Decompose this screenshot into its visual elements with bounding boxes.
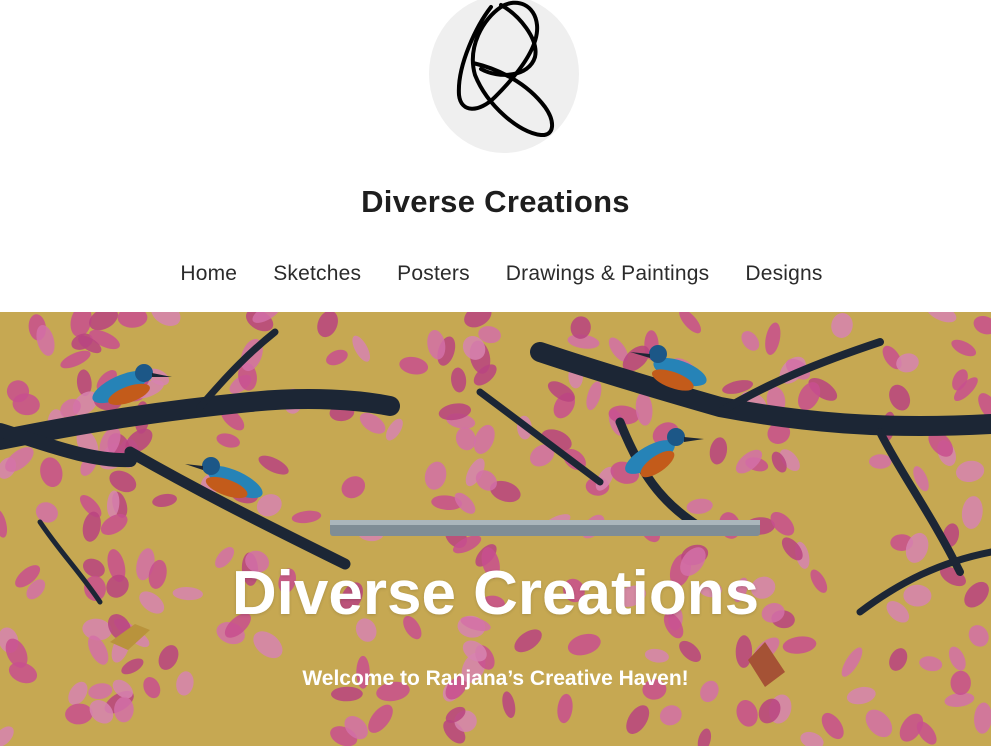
signature-r-logo-icon (456, 0, 554, 137)
site-header: Diverse Creations Home Sketches Posters … (0, 0, 991, 312)
nav-item-drawings-paintings[interactable]: Drawings & Paintings (506, 262, 710, 286)
site-title[interactable]: Diverse Creations (0, 184, 991, 220)
nav-item-posters[interactable]: Posters (397, 262, 470, 286)
site-logo[interactable] (429, 0, 579, 153)
nav-item-designs[interactable]: Designs (745, 262, 822, 286)
main-navigation: Home Sketches Posters Drawings & Paintin… (0, 262, 991, 286)
hero-title: Diverse Creations (231, 559, 760, 628)
nav-item-sketches[interactable]: Sketches (273, 262, 361, 286)
hero-subtitle: Welcome to Ranjana’s Creative Haven! (302, 667, 689, 690)
hero-cover: Diverse Creations Welcome to Ranjana’s C… (0, 312, 991, 746)
nav-item-home[interactable]: Home (180, 262, 237, 286)
